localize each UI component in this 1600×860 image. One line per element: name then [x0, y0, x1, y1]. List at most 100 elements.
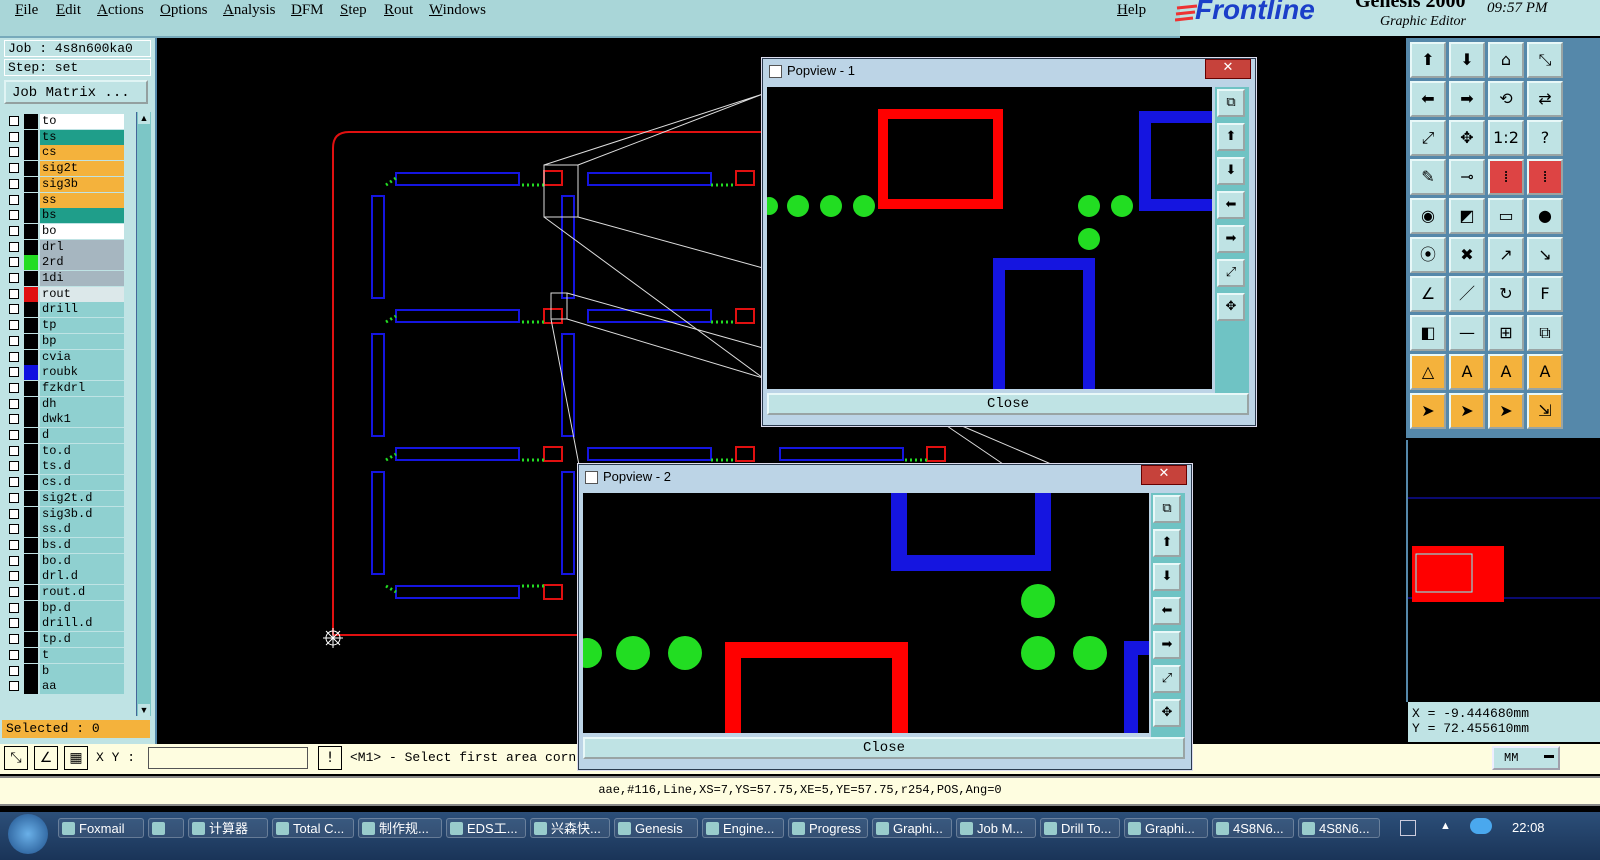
- connect-icon[interactable]: ⦿: [1410, 237, 1446, 273]
- layer-name[interactable]: drl.d: [40, 569, 124, 585]
- layer-name[interactable]: 2rd: [40, 255, 124, 271]
- layer-name[interactable]: aa: [40, 679, 124, 695]
- layer-name[interactable]: bo.d: [40, 553, 124, 569]
- taskbar-item[interactable]: Graphi...: [1124, 818, 1208, 838]
- layer-name[interactable]: tp.d: [40, 632, 124, 648]
- menu-edit[interactable]: Edit: [56, 0, 81, 20]
- pan-up-icon[interactable]: ⬆: [1153, 529, 1181, 557]
- taskbar-item[interactable]: [148, 818, 184, 838]
- menu-actions[interactable]: Actions: [97, 0, 144, 20]
- tray-arrow-icon[interactable]: ▲: [1440, 820, 1451, 832]
- layer-name[interactable]: dwk1: [40, 412, 124, 428]
- layer-checkbox[interactable]: [9, 116, 19, 126]
- layer-checkbox[interactable]: [9, 539, 19, 550]
- layer-checkbox[interactable]: [9, 649, 19, 660]
- rotate-icon[interactable]: ↻: [1488, 276, 1524, 312]
- select-icon[interactable]: ◧: [1410, 315, 1446, 351]
- layer-checkbox[interactable]: [9, 210, 19, 221]
- array-icon[interactable]: ⊞: [1488, 315, 1524, 351]
- pan-down-icon[interactable]: ⬇: [1217, 157, 1245, 185]
- line-icon[interactable]: ／: [1449, 276, 1485, 312]
- layer-name[interactable]: cs.d: [40, 475, 124, 491]
- ruler-icon[interactable]: ▭: [1488, 198, 1524, 234]
- layer-row-t[interactable]: t: [4, 647, 124, 663]
- layer-name[interactable]: cvia: [40, 349, 124, 365]
- pad-icon[interactable]: ●: [1527, 198, 1563, 234]
- layer-row-ts-d[interactable]: ts.d: [4, 459, 124, 475]
- layer-row-d[interactable]: d: [4, 428, 124, 443]
- job-matrix-button[interactable]: Job Matrix ...: [4, 80, 148, 104]
- layer-checkbox[interactable]: [9, 634, 19, 645]
- layer-name[interactable]: drill.d: [40, 616, 124, 632]
- layer-row-drl[interactable]: drl: [4, 239, 124, 255]
- zoom-fit-icon[interactable]: ⤢: [1153, 665, 1181, 693]
- layer-name[interactable]: cs: [40, 145, 124, 161]
- layer-checkbox[interactable]: [9, 555, 19, 566]
- layer-checkbox[interactable]: [9, 351, 19, 362]
- taskbar-item[interactable]: 4S8N6...: [1212, 818, 1294, 838]
- text-tool-icon[interactable]: A: [1449, 354, 1485, 390]
- layer-row-tp[interactable]: tp: [4, 318, 124, 334]
- probe-icon[interactable]: ⊸: [1449, 159, 1485, 195]
- edit-icon[interactable]: ✎: [1410, 159, 1446, 195]
- layer-checkbox[interactable]: [9, 320, 19, 331]
- layer-checkbox[interactable]: [9, 461, 19, 472]
- layer-row-1di[interactable]: 1di: [4, 271, 124, 286]
- close-icon[interactable]: ✕: [1141, 465, 1187, 485]
- layer-name[interactable]: to: [40, 114, 124, 129]
- copy-icon[interactable]: ↘: [1527, 237, 1563, 273]
- layer-row-2rd[interactable]: 2rd: [4, 255, 124, 271]
- delete-icon[interactable]: ✖: [1449, 237, 1485, 273]
- angle-icon[interactable]: ∠: [1410, 276, 1446, 312]
- layer-row-bp-d[interactable]: bp.d: [4, 600, 124, 616]
- taskbar-item[interactable]: 制作规...: [358, 818, 442, 838]
- layer-name[interactable]: bp: [40, 333, 124, 349]
- layer-checkbox[interactable]: [9, 445, 19, 456]
- layer-name[interactable]: sig3b: [40, 176, 124, 192]
- layer-name[interactable]: drl: [40, 239, 124, 255]
- taskbar-item[interactable]: Job M...: [956, 818, 1036, 838]
- taskbar-item[interactable]: Drill To...: [1040, 818, 1120, 838]
- layer-checkbox[interactable]: [9, 288, 19, 299]
- layer-checkbox[interactable]: [9, 225, 19, 236]
- layer-checkbox[interactable]: [9, 414, 19, 425]
- layer-name[interactable]: bs: [40, 208, 124, 224]
- layer-name[interactable]: dh: [40, 396, 124, 412]
- layer-row-sig2t-d[interactable]: sig2t.d: [4, 490, 124, 506]
- layer-checkbox[interactable]: [9, 618, 19, 629]
- layer-row-bs-d[interactable]: bs.d: [4, 537, 124, 553]
- layer-checkbox[interactable]: [9, 665, 19, 676]
- layer-checkbox[interactable]: [9, 398, 19, 409]
- layer-row-dh[interactable]: dh: [4, 396, 124, 412]
- line-tool-icon[interactable]: —: [1449, 315, 1485, 351]
- keyboard-icon[interactable]: [1400, 820, 1416, 836]
- taskbar-item[interactable]: 4S8N6...: [1298, 818, 1380, 838]
- xy-input[interactable]: [148, 747, 308, 769]
- layer-name[interactable]: ts: [40, 129, 124, 145]
- taskbar-item[interactable]: 兴森快...: [530, 818, 610, 838]
- zoom-fit-icon[interactable]: ⤢: [1410, 120, 1446, 156]
- layer-checkbox[interactable]: [9, 681, 19, 692]
- zoom-box-icon[interactable]: ⤡: [1527, 42, 1563, 78]
- pointer-icon[interactable]: ➤: [1410, 393, 1446, 429]
- menu-file[interactable]: File: [15, 0, 38, 20]
- zoom-center-icon[interactable]: ✥: [1153, 699, 1181, 727]
- layer-name[interactable]: 1di: [40, 271, 124, 286]
- group-icon[interactable]: ⧉: [1527, 315, 1563, 351]
- layer-name[interactable]: d: [40, 428, 124, 443]
- layer-row-cs-d[interactable]: cs.d: [4, 475, 124, 491]
- start-button-icon[interactable]: [8, 814, 48, 854]
- layers-icon[interactable]: ⁞: [1488, 159, 1524, 195]
- layer-row-sig3b-d[interactable]: sig3b.d: [4, 506, 124, 522]
- layer-checkbox[interactable]: [9, 147, 19, 158]
- swap-icon[interactable]: ⇄: [1527, 81, 1563, 117]
- popview-2-close-button[interactable]: Close: [583, 737, 1185, 759]
- scroll-down-icon[interactable]: ▼: [138, 704, 150, 716]
- pan-right-icon[interactable]: ➡: [1217, 225, 1245, 253]
- layer-name[interactable]: sig2t.d: [40, 490, 124, 506]
- layer-checkbox[interactable]: [9, 587, 19, 597]
- move-icon[interactable]: ↗: [1488, 237, 1524, 273]
- pan-right-icon[interactable]: ➡: [1449, 81, 1485, 117]
- layer-row-rout[interactable]: rout: [4, 286, 124, 302]
- zoom-window-icon[interactable]: ⧉: [1217, 89, 1245, 117]
